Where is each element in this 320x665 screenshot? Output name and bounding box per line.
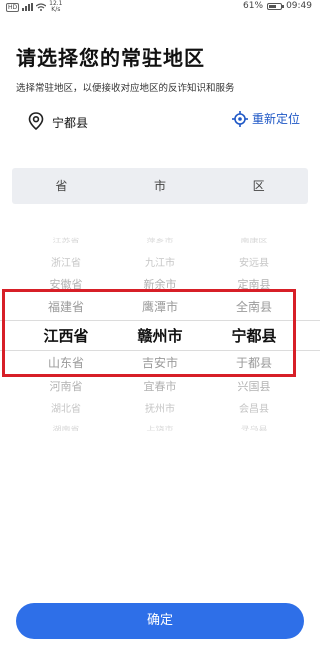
battery-fill xyxy=(269,4,277,8)
district-option[interactable]: 寻乌县 xyxy=(204,425,304,432)
header-province: 省 xyxy=(55,179,68,193)
district-option[interactable]: 南康区 xyxy=(204,237,304,244)
location-pin-icon xyxy=(28,112,44,130)
speed-unit: K/s xyxy=(51,6,61,13)
city-option[interactable]: 抚州市 xyxy=(110,400,210,415)
status-right: 61% 09:49 xyxy=(243,1,312,11)
highlight-annotation-box xyxy=(2,289,296,377)
network-speed: 12.1 K/s xyxy=(49,1,62,13)
header-city: 市 xyxy=(154,179,167,193)
current-location-row: 宁都县 重新定位 xyxy=(28,110,300,134)
city-option[interactable]: 宜春市 xyxy=(110,378,210,394)
city-option[interactable]: 上饶市 xyxy=(110,425,210,432)
signal-icon xyxy=(22,3,34,11)
status-left: HD 12.1 K/s xyxy=(6,1,63,13)
picker-header: 省 市 区 xyxy=(12,168,308,204)
relocate-label: 重新定位 xyxy=(251,112,300,126)
battery-icon xyxy=(267,2,285,10)
page-subtitle: 选择常驻地区，以便接收对应地区的反诈知识和服务 xyxy=(16,83,235,94)
hd-badge: HD xyxy=(6,2,20,12)
locate-target-icon xyxy=(231,110,248,127)
confirm-button[interactable]: 确定 xyxy=(16,603,304,639)
status-bar: HD 12.1 K/s 61% 09:49 xyxy=(0,0,320,14)
province-option[interactable]: 河南省 xyxy=(16,378,116,394)
city-option[interactable]: 九江市 xyxy=(110,254,210,269)
province-option[interactable]: 浙江省 xyxy=(16,254,116,269)
battery-percent: 61% xyxy=(243,1,264,11)
district-option[interactable]: 会昌县 xyxy=(204,400,304,415)
province-option[interactable]: 湖南省 xyxy=(16,425,116,432)
header-district: 区 xyxy=(252,179,265,193)
clock: 09:49 xyxy=(286,1,312,11)
page-title: 请选择您的常驻地区 xyxy=(16,46,205,70)
wifi-icon xyxy=(36,3,47,11)
province-option[interactable]: 湖北省 xyxy=(16,400,116,415)
current-location-label: 宁都县 xyxy=(52,116,89,130)
district-option[interactable]: 安远县 xyxy=(204,254,304,269)
city-option[interactable]: 萍乡市 xyxy=(110,237,210,244)
province-option[interactable]: 江苏省 xyxy=(16,237,116,244)
district-option[interactable]: 兴国县 xyxy=(204,378,304,394)
relocate-button[interactable]: 重新定位 xyxy=(231,110,300,127)
